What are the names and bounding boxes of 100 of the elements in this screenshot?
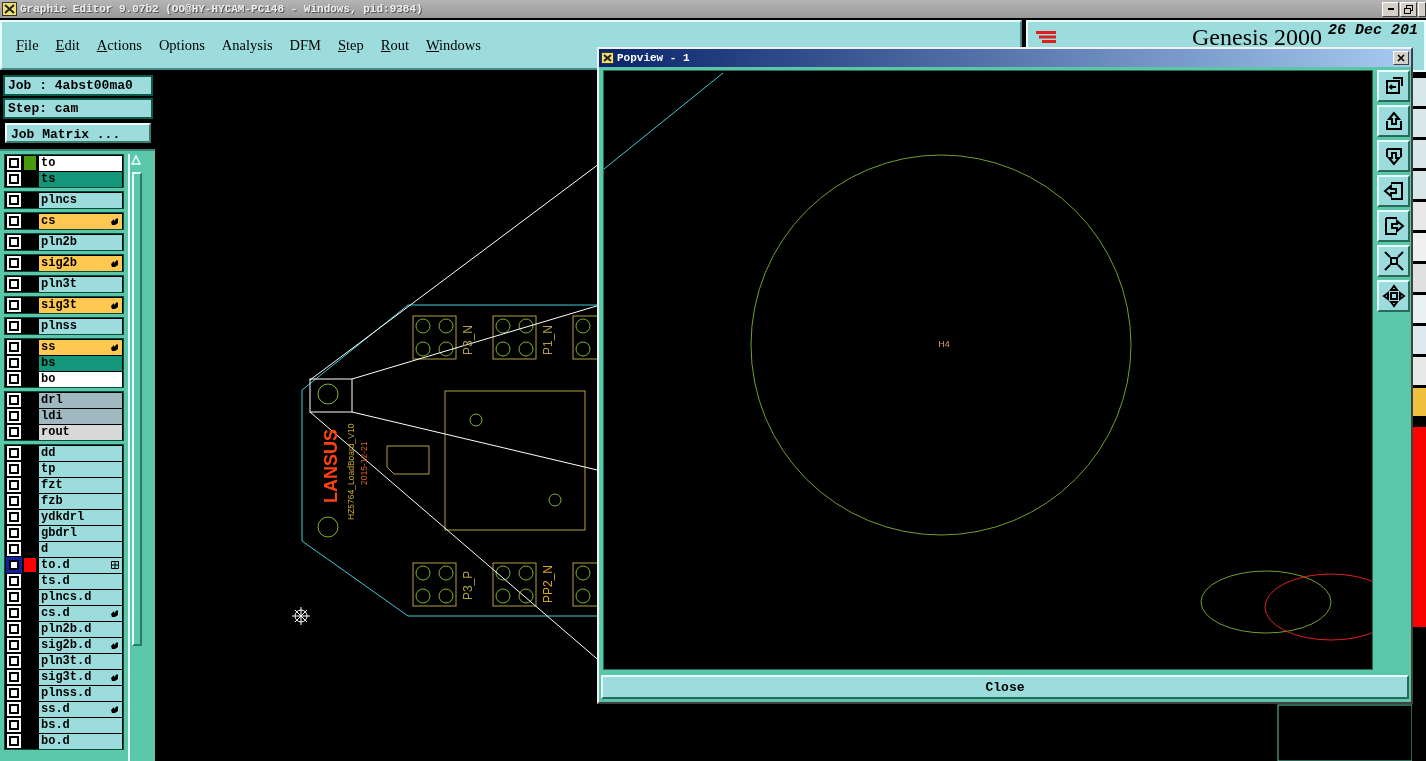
layer-name[interactable]: gbdrl (39, 525, 122, 541)
menu-item[interactable]: Windows (422, 33, 485, 57)
minimize-icon (1387, 8, 1394, 10)
hand-icon (110, 640, 119, 650)
layer-name[interactable]: sig3t.d (39, 669, 122, 685)
date-label: 26 Dec 201 (1328, 24, 1418, 38)
close-icon[interactable] (1393, 51, 1409, 65)
layer-name[interactable]: to (39, 155, 122, 171)
hand-icon (110, 608, 119, 618)
origin-crosshair-icon (291, 606, 311, 626)
layer-color-swatch[interactable] (24, 558, 36, 572)
drill-hole (317, 383, 339, 405)
pad-label: P1_N (541, 324, 555, 355)
layer-name[interactable]: pln3t (39, 276, 122, 292)
layer-name[interactable]: fzb (39, 493, 122, 509)
layer-name[interactable]: sig2b.d (39, 637, 122, 653)
toolbar-button[interactable] (1377, 280, 1410, 312)
pad-label: P3_N (461, 324, 475, 355)
pad-label: P3_P (461, 570, 475, 600)
restore-button[interactable] (1400, 1, 1417, 17)
toolbar-button[interactable] (1377, 105, 1410, 137)
menu-item[interactable]: Actions (92, 33, 146, 57)
close-button[interactable] (1418, 1, 1426, 17)
layer-name[interactable]: fzt (39, 477, 122, 493)
board-logo-text: LANSUS (321, 429, 341, 503)
menu-item[interactable]: Options (154, 33, 209, 57)
layer-name[interactable]: plncs (39, 192, 122, 208)
layer-name[interactable]: ts.d (39, 573, 122, 589)
toolbar-button[interactable] (1377, 245, 1410, 277)
window-title: Popview - 1 (617, 52, 691, 64)
step-label: Step: cam (3, 98, 153, 119)
pad-footprint (412, 315, 457, 360)
layer-name[interactable]: plnss (39, 318, 122, 334)
layer-name[interactable]: rout (39, 424, 122, 440)
layer-name[interactable]: bs.d (39, 717, 122, 733)
layer-color-swatch[interactable] (24, 156, 36, 170)
hand-icon (110, 704, 119, 714)
layer-name[interactable]: pln2b.d (39, 621, 122, 637)
pad-footprint (492, 315, 537, 360)
grid-icon (111, 561, 119, 569)
scrollbar[interactable] (128, 154, 144, 761)
layer-name[interactable]: cs (39, 213, 122, 229)
menu-item[interactable]: Step (334, 33, 368, 57)
layer-name[interactable]: d (39, 541, 122, 557)
product-name: Genesis 2000 (1192, 24, 1322, 50)
job-label: Job : 4abst00ma0 (3, 75, 153, 96)
toolbar-button[interactable] (1377, 70, 1410, 102)
pad-footprint (492, 562, 537, 607)
menu-item[interactable]: Analysis (217, 33, 277, 57)
layer-name[interactable]: sig2b (39, 255, 122, 271)
feature-label: H4 (938, 339, 950, 349)
zoom-window-box (309, 378, 353, 413)
arrow-left-icon (1381, 179, 1406, 203)
minimize-button[interactable] (1382, 1, 1399, 17)
menu-item[interactable]: DFM (285, 33, 325, 57)
logo-stripes-icon (1036, 31, 1056, 43)
layer-name[interactable]: pln2b (39, 234, 122, 250)
menu-item[interactable]: Rout (376, 33, 413, 57)
pad-footprint (412, 562, 457, 607)
board-date-text: 2015-12-21 (359, 441, 369, 485)
pad-label: PP2_N (541, 564, 555, 603)
layer-name[interactable]: bs (39, 355, 122, 371)
layer-name[interactable]: to.d (39, 557, 122, 573)
hand-icon (110, 258, 119, 268)
layer-name[interactable]: tp (39, 461, 122, 477)
layer-name[interactable]: drl (39, 392, 122, 408)
toolbar-button[interactable] (1377, 140, 1410, 172)
layer-name[interactable]: ts (39, 171, 122, 187)
drill-hole (317, 516, 339, 538)
layer-name[interactable]: ss.d (39, 701, 122, 717)
layer-name[interactable]: plnss.d (39, 685, 122, 701)
board-name-text: HZ5764_LoadBoard_V10 (346, 423, 356, 520)
toolbar-button[interactable] (1377, 175, 1410, 207)
hand-icon (110, 342, 119, 352)
move-arrows-icon (1381, 284, 1406, 308)
layer-name[interactable]: dd (39, 445, 122, 461)
layer-name[interactable]: pln3t.d (39, 653, 122, 669)
layer-checkbox[interactable] (7, 558, 21, 572)
menu-item[interactable]: File (12, 33, 43, 57)
layer-name[interactable]: bo (39, 371, 122, 387)
job-matrix-button[interactable]: Job Matrix ... (5, 123, 151, 143)
layer-name[interactable]: cs.d (39, 605, 122, 621)
hand-icon (110, 672, 119, 682)
window-title: Graphic Editor 9.07b2 (OO@HY-HYCAM-PC148 - Windows, pid:9384) (20, 3, 424, 15)
component-outline (386, 445, 430, 475)
zoom-in-arrows-icon (1381, 249, 1406, 273)
layer-name[interactable]: bo.d (39, 733, 122, 749)
toolbar-button[interactable] (1377, 210, 1410, 242)
layer-name[interactable]: sig3t (39, 297, 122, 313)
hand-icon (110, 216, 119, 226)
layer-name[interactable]: plncs.d (39, 589, 122, 605)
menu-item[interactable]: Edit (51, 33, 84, 57)
app-icon (601, 52, 614, 64)
hand-icon (110, 300, 119, 310)
layer-name[interactable]: ss (39, 339, 122, 355)
layer-name[interactable]: ydkdrl (39, 509, 122, 525)
drill-hole (469, 413, 483, 427)
close-button[interactable]: Close (601, 675, 1409, 699)
layer-name[interactable]: ldi (39, 408, 122, 424)
app-icon (2, 2, 17, 16)
